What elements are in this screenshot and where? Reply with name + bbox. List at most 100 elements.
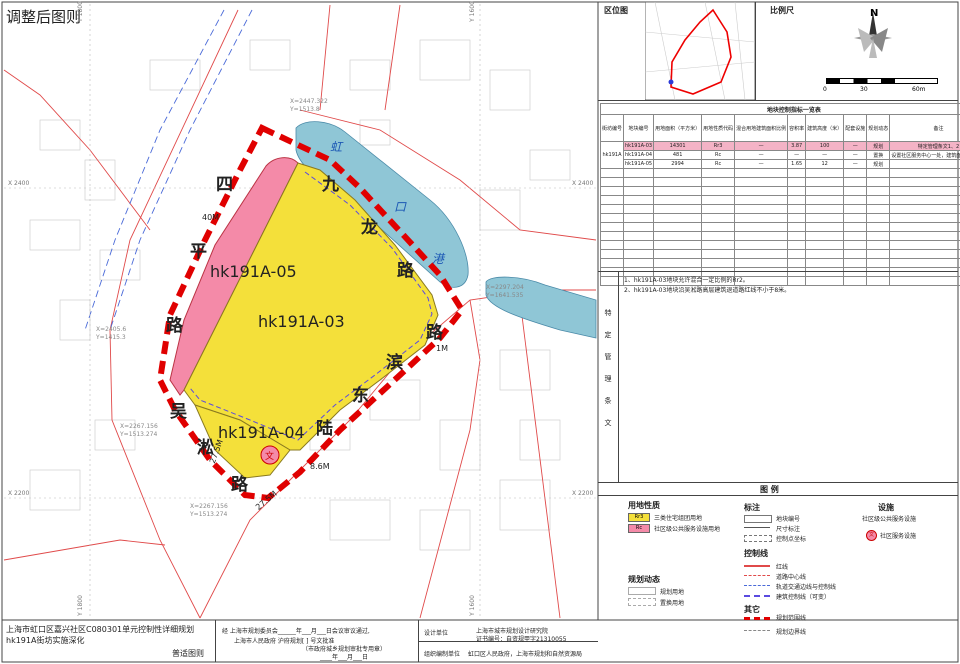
special-rule-2: 2、hk191A-03地块沿吴淞路高层建筑退道路红线不小于8米。 [624,287,791,294]
th-height: 建筑高度（米） [805,114,845,142]
map-type: 普适图则 [172,649,204,658]
cell: 3.87 [787,141,807,151]
cell: 特定管理条文1、2 [889,141,960,151]
control-index-table: 地块控制指标一览表 街坊编号 地块编号 用地面积（平方米） 用地性质代码 混合用… [599,103,960,286]
cell: — [734,141,789,151]
legend-marks-title: 标注 [744,503,760,512]
legend-rc-label: 社区级公共服务设施用地 [654,526,721,533]
road-wusong-1: 吴 [170,402,187,422]
facility-symbol-text: 文 [265,452,275,462]
th-note: 备注 [889,114,960,142]
cell: 2994 [653,159,703,169]
th-mix: 混合用地建筑面积比例 [734,114,789,142]
dim-40m: 40M [202,213,220,222]
road-siping-3: 路 [166,316,183,336]
legend-swatch-rr3: Rr3 [628,513,650,522]
grid-label-2: Y 1800 [76,595,84,616]
outer-frame [1,1,959,663]
road-siping-1: 四 [216,175,233,195]
legend-facility-title: 设施 [878,503,894,512]
legend-other-1: 规划范围线 [776,615,807,622]
coord-2y: Y=1641.535 [486,292,524,299]
grid-label-8: Y 1600 [468,595,476,616]
project-name-2: hk191A街坊实施深化 [6,636,85,645]
th-status: 规划动态 [866,114,891,142]
cell: 规划 [866,159,891,169]
coord-2x: X=2297.204 [486,284,524,291]
coord-3x: X=2267.156 [190,503,228,510]
water-label-1: 虹 [330,140,343,154]
special-rules-label: 特 定 管 理 条 文 [604,309,612,427]
scale-tick-60: 60m [912,86,926,93]
coord-4x: X=2267.156 [120,423,158,430]
water-label-2: 口 [394,200,407,214]
grid-label-3: X 2400 [8,180,30,187]
design-label: 设计单位 [424,630,449,637]
th-use: 用地性质代码 [701,114,736,142]
road-binhai-1: 路 [426,323,443,343]
approval-line-1: 经 上海市规划委员会______年___月___日会议审议通过, [222,628,370,635]
cell: — [843,159,868,169]
grid-label-7: Y 1600 [468,1,476,22]
cell: 设置社区服务中心一处，建筑面积约200㎡ [889,150,960,160]
parcel-label-04: hk191A-04 [218,423,305,442]
cell: — [787,150,807,160]
cell: 12 [805,159,845,169]
legend-facility-subtitle: 社区级公共服务设施 [862,516,917,523]
cell: Rr3 [701,141,736,151]
legend-mark-3: 控制点坐标 [776,536,807,543]
coord-4y: Y=1513.274 [120,431,158,438]
legend-dynamics-title: 规划动态 [628,575,660,584]
legend-others-title: 其它 [744,605,760,614]
legend-control-1: 红线 [776,564,789,571]
legend-control-title: 控制线 [744,549,768,558]
page-title: 调整后图则 [6,8,82,26]
th-area: 用地面积（平方米） [653,114,703,142]
cell: — [734,159,789,169]
legend-control-2: 道路中心线 [776,574,807,581]
road-jiulong-3: 路 [397,261,414,281]
cell: hk191A-05 [623,159,655,169]
table-row: hk191A-05 2994 Rc — 1.65 12 — 规划 [601,159,960,169]
grid-label-6: X 2200 [572,490,594,497]
road-binhai-3: 东 [352,386,369,406]
grid-label-4: X 2400 [572,180,594,187]
cell: — [734,150,789,160]
org-name: 虹口区人民政府，上海市规划和自然资源局 [468,651,583,658]
th-parcel: 地块编号 [623,114,655,142]
coord-5y: Y=1415.3 [96,334,126,341]
parcel-label-05: hk191A-05 [210,262,297,281]
special-rule-1: 1、hk191A-03地块允许混合一定比例的Rr2。 [624,277,749,284]
cell: Rc [701,159,736,169]
legend-mark-1: 地块编号 [776,516,801,523]
legend-title: 图 例 [760,485,779,494]
scale-title: 比例尺 [770,6,794,15]
legend-control-3: 轨道交通边线与控制线 [776,584,837,591]
road-jiulong-2: 龙 [361,218,378,238]
north-label: N [870,8,879,19]
parcel-label-03: hk191A-03 [258,312,345,331]
cell: — [843,150,868,160]
legend-dynamic-2: 置换用地 [660,600,685,607]
water-label-3: 港 [432,252,445,266]
legend-landuse-title: 用地性质 [628,501,660,510]
cell: hk191A-03 [623,141,655,151]
scale-tick-30: 30 [860,86,868,93]
approval-date: ____年___月___日 [320,654,369,661]
project-name-1: 上海市虹口区嘉兴社区C080301单元控制性详细规划 [6,625,195,634]
table-row: hk191A hk191A-03 14301 Rr3 — 3.87 100 — … [599,141,960,169]
coord-5x: X=2405.6 [96,326,127,333]
dim-1m: 1M [436,344,448,353]
road-siping-2: 平 [190,242,207,262]
cell: hk191A-04 [623,150,655,160]
coord-1y: Y=1513.8 [290,106,320,113]
cell: 1.65 [787,159,807,169]
drawing-sheet: 调整后图则 hk191A-05 hk191A-03 hk191A-04 文 四 … [0,0,960,664]
legend-rr3-label: 三类住宅组团用地 [654,515,703,522]
cell: — [843,141,868,151]
cell: 置换 [866,150,891,160]
legend-control-4: 建筑控制线（可变） [776,594,831,601]
legend-dynamic-1: 规划用地 [660,589,685,596]
cell-block: hk191A [599,141,625,169]
scale-bar [826,78,938,84]
